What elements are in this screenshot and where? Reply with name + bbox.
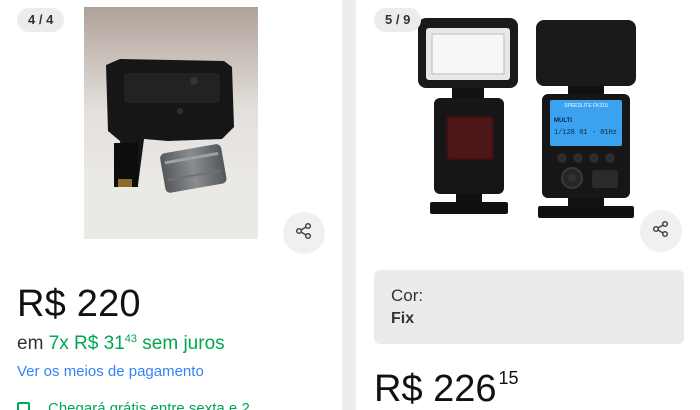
lcd-readout: 1/128 01 - 01Hz bbox=[554, 129, 617, 137]
color-variant-selector[interactable]: Cor: Fix bbox=[374, 270, 684, 344]
installments-cents: 43 bbox=[124, 333, 137, 345]
share-icon bbox=[295, 222, 313, 245]
installments-suffix: sem juros bbox=[142, 333, 225, 354]
product-price: R$ 226 15 bbox=[374, 368, 519, 410]
variant-value: Fix bbox=[391, 310, 415, 327]
installments-prefix: em bbox=[17, 333, 44, 354]
share-icon bbox=[652, 220, 670, 243]
share-button[interactable] bbox=[640, 210, 682, 252]
image-counter: 4 / 4 bbox=[17, 8, 65, 32]
shipping-text: Chegará grátis entre sexta e 2 bbox=[48, 400, 250, 410]
product-card-left: 4 / 4 R$ 220 em 7x R$ 3143 sem juros Ver… bbox=[0, 0, 342, 410]
shipping-info: Chegará grátis entre sexta e 2 bbox=[17, 400, 250, 410]
share-button[interactable] bbox=[283, 212, 325, 254]
installments-amount: R$ 31 bbox=[74, 333, 125, 354]
product-card-right: SPEEDLITE FK310 MULTI 1/128 01 - 01Hz 5 … bbox=[356, 0, 700, 410]
installments-info: em 7x R$ 3143 sem juros bbox=[17, 333, 225, 355]
variant-label: Cor: bbox=[391, 286, 424, 305]
product-price: R$ 220 bbox=[17, 283, 141, 325]
battery-grip-photo[interactable] bbox=[84, 7, 258, 239]
price-cents: 15 bbox=[498, 368, 519, 388]
price-integer: R$ 226 bbox=[374, 368, 497, 410]
speedlite-flash-photo[interactable]: SPEEDLITE FK310 MULTI 1/128 01 - 01Hz bbox=[412, 12, 642, 230]
flash-brand-label: SPEEDLITE FK310 bbox=[564, 103, 608, 109]
payment-methods-link[interactable]: Ver os meios de pagamento bbox=[17, 363, 204, 380]
image-counter: 5 / 9 bbox=[374, 8, 422, 32]
shipping-truck-icon bbox=[17, 402, 30, 410]
installments-count: 7x bbox=[48, 333, 69, 354]
lcd-mode: MULTI bbox=[554, 118, 572, 124]
